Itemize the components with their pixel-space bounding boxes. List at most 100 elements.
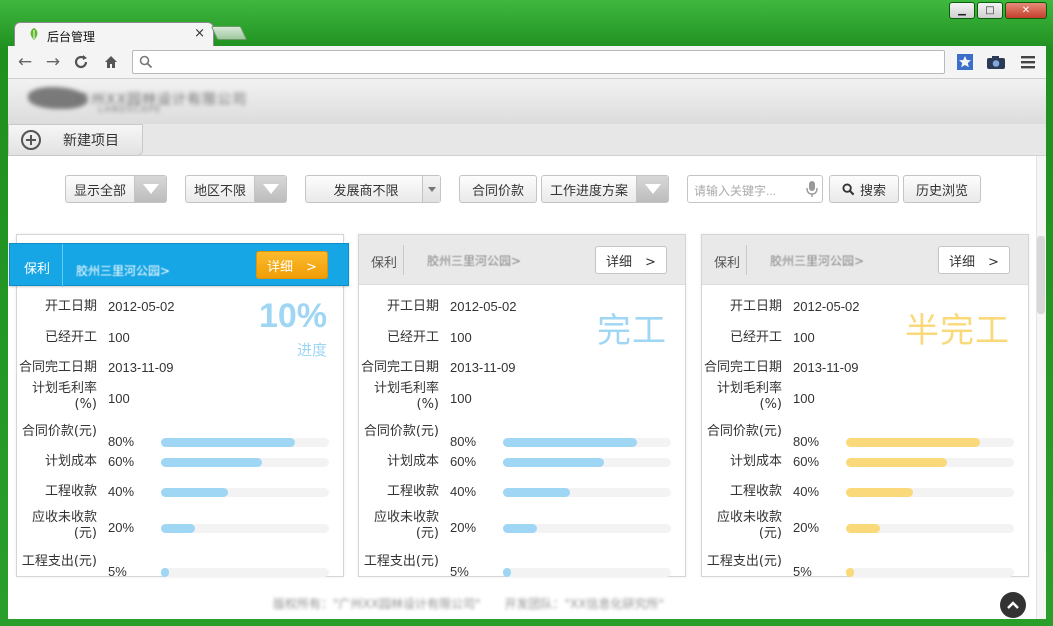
- tab-title: 后台管理: [47, 30, 96, 44]
- metric-value: 5%: [108, 564, 127, 579]
- tab-strip: 后台管理 ×: [8, 18, 608, 46]
- forward-icon[interactable]: →: [42, 51, 64, 73]
- metric-bar-fill: [161, 568, 170, 577]
- status-stamp: 半完工: [905, 311, 1010, 351]
- close-window-button[interactable]: ✕: [1005, 2, 1047, 19]
- metric-label: 工程支出(元): [21, 554, 97, 569]
- info-value: 100: [793, 391, 815, 406]
- tab-close-icon[interactable]: ×: [194, 26, 205, 41]
- region-select[interactable]: 地区不限: [185, 175, 287, 203]
- metric-bar: [846, 568, 1014, 577]
- project-card: 保利 胶州三里河公园> 详细 > 完工 开工日期 2012-05-02 已经开工 100 合同完…: [358, 234, 686, 579]
- metric-value: 80%: [450, 434, 477, 449]
- new-tab-button[interactable]: [210, 26, 248, 40]
- bookmark-star-icon[interactable]: [954, 51, 976, 73]
- metric-bar: [161, 488, 329, 497]
- progress-plan-select[interactable]: 工作进度方案: [541, 175, 669, 203]
- metric-value: 5%: [450, 564, 469, 579]
- developer-select[interactable]: 发展商不限: [305, 175, 441, 203]
- contract-price-button[interactable]: 合同价款: [459, 175, 537, 203]
- metric-value: 80%: [793, 434, 820, 449]
- info-value: 2013-11-09: [108, 360, 174, 375]
- company-logo: 广州XX园林设计有限公司 LANDSCAPE: [28, 85, 248, 115]
- info-value: 100: [450, 391, 472, 406]
- metric-bar-fill: [846, 524, 880, 533]
- metric-bar: [503, 458, 671, 467]
- info-value: 2012-05-02: [450, 299, 517, 314]
- metric-bar-fill: [846, 458, 947, 467]
- reload-icon[interactable]: [70, 51, 92, 73]
- company-sub: LANDSCAPE: [98, 105, 162, 115]
- menu-icon[interactable]: [1017, 51, 1039, 73]
- metric-value: 60%: [793, 454, 820, 469]
- metric-bar: [161, 438, 329, 447]
- info-label: 开工日期: [729, 299, 782, 314]
- home-icon[interactable]: [100, 51, 122, 73]
- info-value: 100: [108, 330, 130, 345]
- info-label: 开工日期: [386, 299, 439, 314]
- metric-label: 应收未收款(元): [31, 510, 97, 541]
- metric-bar-fill: [161, 524, 195, 533]
- info-label: 已经开工: [386, 330, 439, 345]
- metric-bar-fill: [846, 488, 914, 497]
- card-project-link[interactable]: 胶州三里河公园>: [427, 252, 521, 269]
- window-controls: ▁ □ ✕: [949, 2, 1047, 19]
- minimize-button[interactable]: ▁: [949, 2, 975, 19]
- info-label: 计划毛利率(%): [716, 381, 782, 412]
- metric-value: 5%: [793, 564, 812, 579]
- info-label: 已经开工: [729, 330, 782, 345]
- card-developer: 保利: [371, 256, 398, 271]
- back-to-top-button[interactable]: [1000, 592, 1026, 618]
- scrollbar[interactable]: [1036, 156, 1046, 619]
- card-detail-button[interactable]: 详细 >: [938, 246, 1010, 274]
- info-value: 100: [793, 330, 815, 345]
- card-detail-button[interactable]: 详细 >: [595, 246, 667, 274]
- maximize-button[interactable]: □: [977, 2, 1003, 19]
- metric-value: 20%: [108, 520, 135, 535]
- metric-value: 40%: [793, 484, 820, 499]
- back-icon[interactable]: ←: [14, 51, 36, 73]
- scrollbar-thumb[interactable]: [1037, 236, 1045, 314]
- history-button[interactable]: 历史浏览: [903, 175, 981, 203]
- metric-bar: [846, 488, 1014, 497]
- tab-admin[interactable]: 后台管理 ×: [14, 22, 214, 46]
- show-all-select[interactable]: 显示全部: [65, 175, 167, 203]
- info-value: 100: [450, 330, 472, 345]
- metric-bar-fill: [161, 458, 262, 467]
- metric-bar-fill: [503, 458, 604, 467]
- card-header: 保利 胶州三里河公园> 详细 >: [359, 235, 685, 285]
- metric-bar-fill: [503, 438, 638, 447]
- camera-icon[interactable]: [985, 51, 1007, 73]
- search-button[interactable]: 搜索: [829, 175, 899, 203]
- metric-bar: [161, 568, 329, 577]
- progress-plan-label: 工作进度方案: [550, 183, 629, 199]
- card-divider: [62, 244, 63, 287]
- developer-label: 发展商不限: [333, 183, 399, 199]
- progress-label: 进度: [296, 341, 327, 359]
- card-detail-button[interactable]: 详细 >: [256, 251, 328, 279]
- dropdown-arrow-icon: [422, 176, 440, 202]
- info-value: 2013-11-09: [450, 360, 516, 375]
- metric-bar: [503, 568, 671, 577]
- metric-bar-fill: [503, 488, 571, 497]
- metric-bar-fill: [503, 524, 537, 533]
- info-label: 合同完工日期: [360, 360, 439, 375]
- dropdown-arrow-icon: [134, 176, 166, 202]
- microphone-icon[interactable]: [806, 180, 818, 198]
- info-label: 合同完工日期: [18, 360, 97, 375]
- metric-value: 40%: [450, 484, 477, 499]
- metric-value: 60%: [450, 454, 477, 469]
- metric-label: 合同价款(元): [21, 424, 97, 439]
- card-project-link[interactable]: 胶州三里河公园>: [770, 252, 864, 269]
- info-label: 计划毛利率(%): [373, 381, 439, 412]
- dropdown-arrow-icon: [254, 176, 286, 202]
- action-bar: 新建项目: [8, 124, 1046, 156]
- card-divider: [403, 245, 404, 275]
- keyword-search-input[interactable]: 请输入关键字...: [687, 175, 823, 203]
- new-project-button[interactable]: 新建项目: [8, 124, 143, 156]
- metric-label: 合同价款(元): [706, 424, 782, 439]
- browser-window: ▁ □ ✕ 后台管理 × ← → 广州XX园林设计有限公司 LANDSCAPE …: [0, 0, 1053, 626]
- show-all-label: 显示全部: [74, 183, 127, 199]
- card-project-link[interactable]: 胶州三里河公园>: [76, 262, 170, 279]
- address-bar[interactable]: [132, 50, 945, 74]
